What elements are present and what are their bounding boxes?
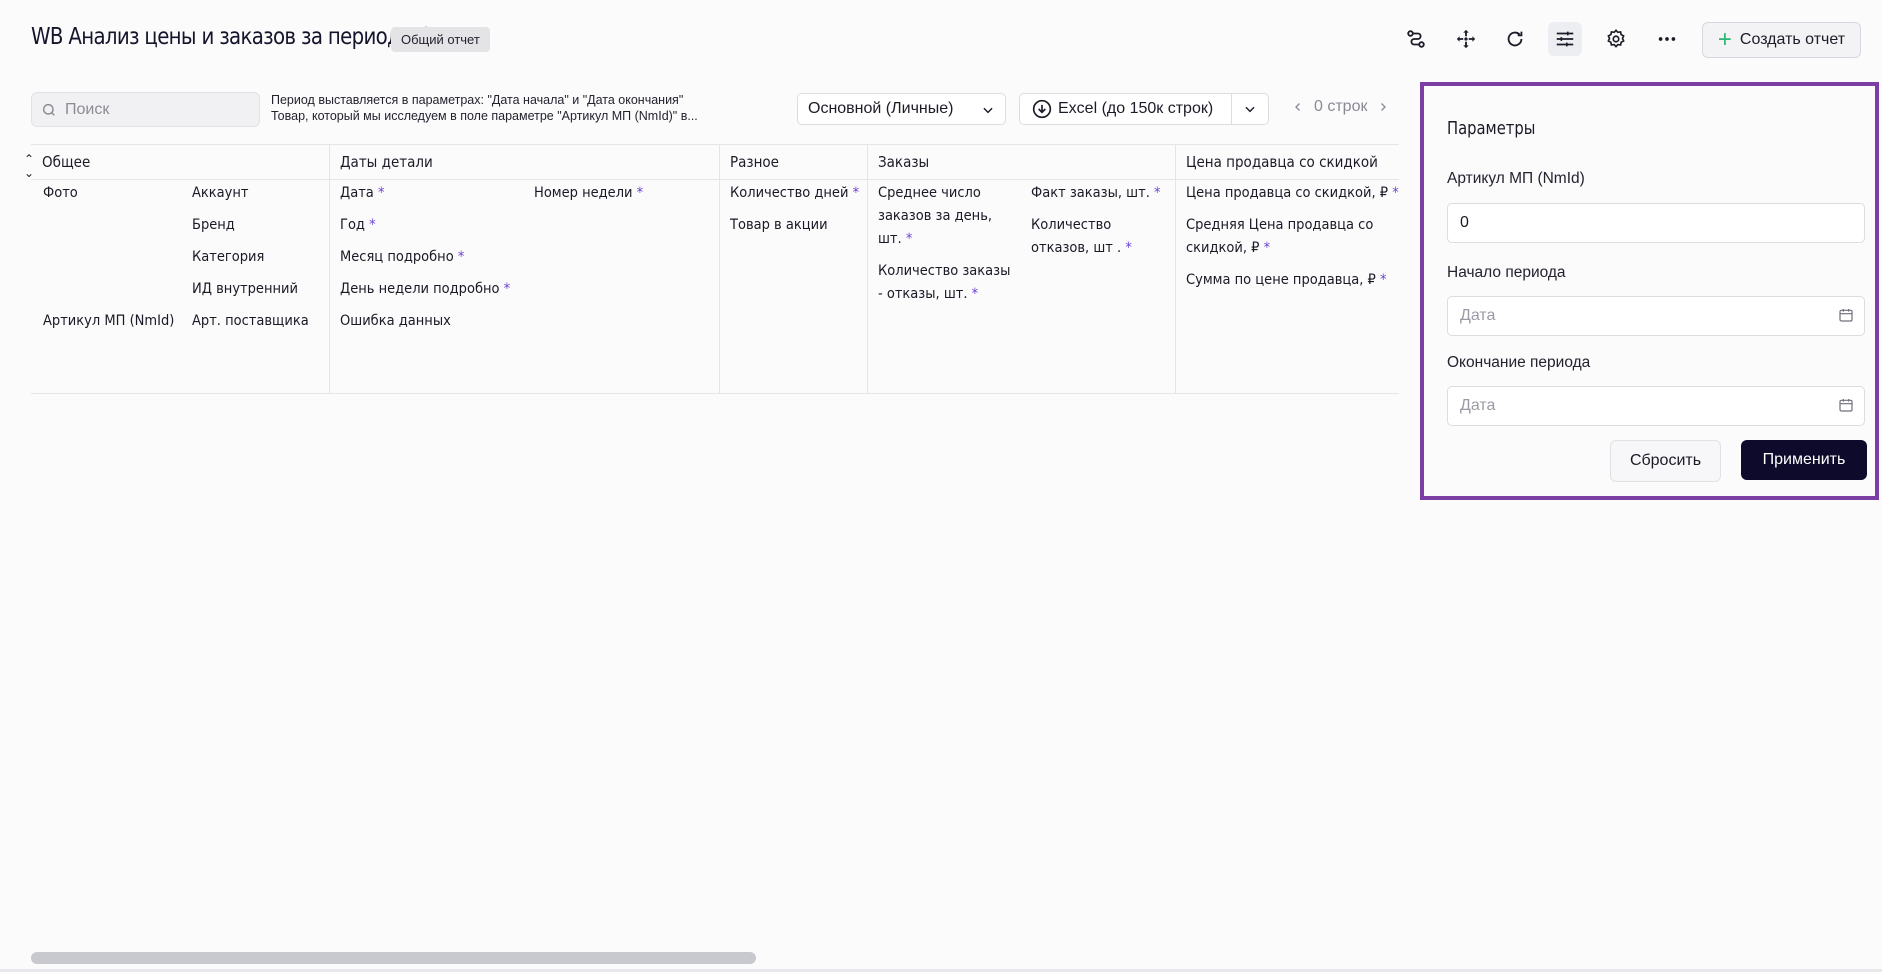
gear-icon[interactable]	[1601, 24, 1631, 54]
end-date-field[interactable]	[1447, 386, 1865, 426]
start-period-label: Начало периода	[1447, 264, 1566, 281]
field-item[interactable]: День недели подробно *	[340, 278, 510, 301]
search-icon	[42, 103, 55, 116]
chevron-down-icon	[983, 107, 993, 114]
excel-options-dropdown[interactable]	[1232, 102, 1268, 116]
article-field[interactable]	[1447, 203, 1865, 243]
group-title: Цена продавца со скидкой	[1175, 145, 1399, 180]
calendar-icon[interactable]	[1838, 307, 1854, 323]
rows-count: 0 строк	[1314, 98, 1368, 115]
group-title: Общее	[31, 145, 329, 180]
end-date-input[interactable]	[1458, 396, 1832, 416]
columns-table: Общее Фото Аккаунт Бренд Категория ИД вн…	[31, 144, 1399, 394]
group-title: Даты детали	[329, 145, 719, 180]
group-dates: Даты детали Дата * Номер недели * Год * …	[329, 145, 720, 393]
field-item[interactable]: Бренд	[192, 214, 235, 237]
start-date-input[interactable]	[1458, 306, 1832, 326]
field-item[interactable]: Средняя Цена продавца со скидкой, ₽ *	[1186, 214, 1391, 260]
reset-button[interactable]: Сбросить	[1610, 440, 1721, 482]
move-icon[interactable]	[1451, 24, 1481, 54]
field-item[interactable]: Месяц подробно *	[340, 246, 464, 269]
filters-icon[interactable]	[1548, 22, 1582, 56]
report-type-badge: Общий отчет	[391, 27, 490, 52]
parameters-title: Параметры	[1447, 118, 1536, 139]
field-item[interactable]: Аккаунт	[192, 182, 249, 205]
flow-icon[interactable]	[1401, 24, 1431, 54]
article-label: Артикул МП (NmId)	[1447, 170, 1585, 187]
article-input[interactable]	[1458, 213, 1832, 233]
plus-icon: +	[1717, 26, 1732, 53]
group-misc: Разное Количество дней * Товар в акции	[719, 145, 868, 393]
view-select-value: Основной (Личные)	[808, 100, 954, 117]
description-line: Период выставляется в параметрах: "Дата …	[271, 93, 684, 107]
end-period-label: Окончание периода	[1447, 354, 1591, 371]
start-date-field[interactable]	[1447, 296, 1865, 336]
field-item[interactable]: Количество отказов, шт . *	[1031, 214, 1151, 260]
pagination: 0 строк	[1292, 98, 1389, 116]
download-icon	[1032, 99, 1052, 119]
horizontal-scrollbar[interactable]	[31, 952, 756, 964]
more-icon[interactable]	[1652, 24, 1682, 54]
field-item[interactable]: Дата *	[340, 182, 384, 205]
page-title: WB Анализ цены и заказов за период v.2	[31, 24, 433, 50]
excel-export-label: Excel (до 150к строк)	[1058, 100, 1214, 117]
field-item[interactable]: Товар в акции	[730, 214, 828, 237]
group-general: Общее Фото Аккаунт Бренд Категория ИД вн…	[31, 145, 330, 393]
field-item[interactable]: Артикул МП (NmId)	[43, 310, 174, 333]
view-select[interactable]: Основной (Личные)	[797, 93, 1006, 125]
field-item[interactable]: Сумма по цене продавца, ₽ *	[1186, 269, 1387, 292]
group-title: Разное	[719, 145, 867, 180]
field-item[interactable]: Фото	[43, 182, 78, 205]
field-item[interactable]: ИД внутренний	[192, 278, 298, 301]
excel-export-button[interactable]: Excel (до 150к строк)	[1020, 94, 1232, 124]
field-item[interactable]: Количество дней *	[730, 182, 859, 205]
chevron-down-icon	[1245, 106, 1255, 113]
description-line: Товар, который мы исследуем в поле парам…	[271, 109, 698, 123]
apply-button[interactable]: Применить	[1741, 440, 1867, 480]
refresh-icon[interactable]	[1500, 24, 1530, 54]
calendar-icon[interactable]	[1838, 397, 1854, 413]
group-seller-price: Цена продавца со скидкой Цена продавца с…	[1175, 145, 1399, 393]
chevron-right-icon[interactable]	[1377, 101, 1389, 113]
create-report-label: Создать отчет	[1739, 31, 1846, 48]
parameters-panel: Параметры Артикул МП (NmId) Начало перио…	[1420, 82, 1879, 500]
field-item[interactable]: Год *	[340, 214, 376, 237]
search-box[interactable]	[31, 92, 260, 127]
chevron-left-icon[interactable]	[1292, 101, 1304, 113]
create-report-button[interactable]: + Создать отчет	[1702, 22, 1861, 58]
report-description: Период выставляется в параметрах: "Дата …	[271, 92, 761, 124]
field-item[interactable]: Ошибка данных	[340, 310, 451, 333]
field-item[interactable]: Номер недели *	[534, 182, 643, 205]
field-item[interactable]: Среднее число заказов за день, шт. *	[878, 182, 1018, 251]
field-item[interactable]: Цена продавца со скидкой, ₽ *	[1186, 182, 1399, 205]
group-title: Заказы	[867, 145, 1175, 180]
field-item[interactable]: Количество заказы - отказы, шт. *	[878, 260, 1018, 306]
group-orders: Заказы Среднее число заказов за день, шт…	[867, 145, 1176, 393]
field-item[interactable]: Арт. поставщика	[192, 310, 309, 333]
search-input[interactable]	[63, 99, 247, 120]
field-item[interactable]: Категория	[192, 246, 264, 269]
excel-export[interactable]: Excel (до 150к строк)	[1019, 93, 1269, 125]
field-item[interactable]: Факт заказы, шт. *	[1031, 182, 1161, 205]
page-header: WB Анализ цены и заказов за период v.2 О…	[0, 0, 1882, 80]
